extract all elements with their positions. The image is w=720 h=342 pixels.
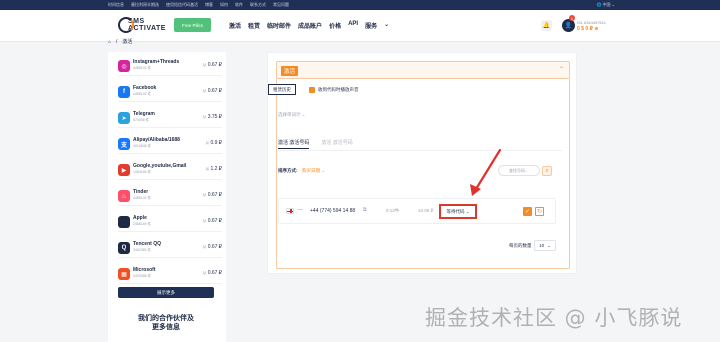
red-arrow-annotation [470, 148, 502, 196]
watermark: 掘金技术社区 @ 小飞豚说 [425, 306, 683, 330]
